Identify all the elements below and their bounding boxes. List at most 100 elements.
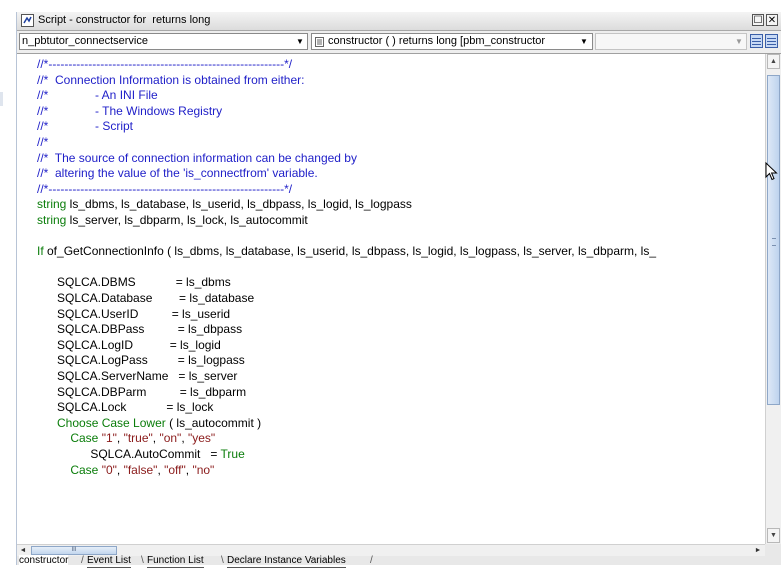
script-window: Script - constructor for returns long ☐ … <box>16 12 781 568</box>
code-token: ls_dbms, ls_database, ls_userid, ls_dbpa… <box>66 197 412 212</box>
event-doc-icon <box>315 37 324 47</box>
code-line[interactable]: SQLCA.UserID = ls_userid <box>37 307 230 322</box>
horizontal-scroll-thumb[interactable]: III <box>31 546 117 555</box>
code-line[interactable]: //*-------------------------------------… <box>37 57 292 72</box>
tab-divider: / <box>370 555 373 566</box>
code-token: //* - The Windows Registry <box>37 103 223 118</box>
code-line[interactable]: SQLCA.LogID = ls_logid <box>37 338 221 353</box>
code-token: ( ls_autocommit ) <box>165 415 262 430</box>
tab-divider: \ <box>141 555 144 566</box>
code-token: SQLCA.LogPass = ls_logpass <box>37 353 245 368</box>
chevron-down-icon: ▼ <box>296 37 304 46</box>
tab-constructor[interactable]: constructor <box>19 555 69 567</box>
code-line[interactable]: SQLCA.DBParm = ls_dbparm <box>37 385 246 400</box>
code-line[interactable]: //* The source of connection information… <box>37 151 357 166</box>
chevron-down-icon: ▼ <box>735 37 743 46</box>
tab-event-list[interactable]: Event List <box>87 555 131 568</box>
chevron-down-icon: ▼ <box>580 37 588 46</box>
code-token: SQLCA.DBMS = ls_dbms <box>37 275 231 290</box>
code-line[interactable]: //* - An INI File <box>37 88 158 103</box>
code-token: //* <box>37 135 49 149</box>
code-token: "true" <box>123 431 153 446</box>
code-token: "no" <box>192 462 215 477</box>
code-token: string <box>37 213 67 227</box>
tab-function-list[interactable]: Function List <box>147 555 204 568</box>
code-line[interactable]: Case "1", "true", "on", "yes" <box>37 431 215 446</box>
object-select[interactable]: n_pbtutor_connectservice ▼ <box>19 33 308 50</box>
code-line[interactable]: SQLCA.ServerName = ls_server <box>37 369 237 384</box>
code-line[interactable]: If of_GetConnectionInfo ( ls_dbms, ls_da… <box>37 244 656 259</box>
code-token: Case <box>70 462 99 477</box>
tab-declare-instance-variables[interactable]: Declare Instance Variables <box>227 555 346 568</box>
code-token: SQLCA.Database = ls_database <box>37 291 255 305</box>
code-token: "0" <box>101 462 117 477</box>
code-token: SQLCA.DBPass = ls_dbpass <box>37 322 243 337</box>
code-token: SQLCA.UserID = ls_userid <box>37 306 231 321</box>
code-token: "yes" <box>188 431 216 446</box>
tab-divider: / <box>81 555 84 566</box>
mouse-pointer-icon <box>765 162 778 181</box>
window-titlebar[interactable]: Script - constructor for returns long ☐ … <box>17 12 781 31</box>
window-title: Script - constructor for returns long <box>38 14 211 26</box>
code-line[interactable]: string ls_dbms, ls_database, ls_userid, … <box>37 197 412 212</box>
ancestor-select[interactable]: ▼ <box>595 33 747 50</box>
script-toolbar: n_pbtutor_connectservice ▼ constructor (… <box>17 31 781 54</box>
code-line[interactable]: SQLCA.DBMS = ls_dbms <box>37 275 231 290</box>
code-token: SQLCA.DBParm = ls_dbparm <box>37 384 247 399</box>
code-line[interactable]: //* - Script <box>37 119 133 134</box>
code-token: "on" <box>159 431 182 446</box>
code-token: , <box>116 462 124 477</box>
code-token: Case <box>70 431 99 446</box>
code-line[interactable]: //* - The Windows Registry <box>37 104 222 119</box>
scroll-up-button[interactable]: ▲ <box>767 54 780 69</box>
editor-tabs: constructor / Event List \ Function List… <box>17 555 781 568</box>
desktop-left-strip <box>0 0 16 565</box>
code-line[interactable]: //* Connection Information is obtained f… <box>37 73 304 88</box>
code-line[interactable]: Choose Case Lower ( ls_autocommit ) <box>37 416 261 431</box>
code-line[interactable]: //* <box>37 135 48 150</box>
script-icon <box>21 14 34 27</box>
tab-divider: \ <box>221 555 224 566</box>
event-select[interactable]: constructor ( ) returns long [pbm_constr… <box>311 33 593 50</box>
code-editor[interactable]: //*-------------------------------------… <box>17 54 765 544</box>
code-token: SQLCA.ServerName = ls_server <box>37 369 238 383</box>
code-line[interactable]: string ls_server, ls_dbparm, ls_lock, ls… <box>37 213 308 228</box>
left-strip-marker <box>0 92 3 106</box>
code-token: //* - An INI File <box>37 88 158 103</box>
code-line[interactable]: Case "0", "false", "off", "no" <box>37 463 214 478</box>
layout-list-icon[interactable] <box>765 34 778 48</box>
code-token: //* The source of connection information… <box>37 150 357 165</box>
code-line[interactable]: //*-------------------------------------… <box>37 182 292 197</box>
code-line[interactable]: SQLCA.Database = ls_database <box>37 291 254 306</box>
scroll-grip-icon <box>772 238 776 246</box>
code-token: "1" <box>101 431 117 446</box>
code-line[interactable]: //* altering the value of the 'is_connec… <box>37 166 318 181</box>
vertical-scrollbar[interactable]: ▲ ▼ <box>765 54 781 544</box>
code-line[interactable]: SQLCA.Lock = ls_lock <box>37 400 213 415</box>
code-line[interactable]: SQLCA.LogPass = ls_logpass <box>37 353 245 368</box>
code-token: //*-------------------------------------… <box>37 181 293 196</box>
code-token: of_GetConnectionInfo ( ls_dbms, ls_datab… <box>43 244 656 259</box>
vertical-scroll-thumb[interactable] <box>767 75 780 405</box>
code-token: "off" <box>164 462 186 477</box>
code-token: "false" <box>123 462 158 477</box>
code-token: //*-------------------------------------… <box>37 57 293 71</box>
code-token: string <box>37 197 67 212</box>
code-line[interactable]: SQLCA.DBPass = ls_dbpass <box>37 322 242 337</box>
close-button[interactable]: ✕ <box>766 14 778 26</box>
scroll-right-button[interactable]: ► <box>752 545 764 556</box>
layout-grid-icon[interactable] <box>750 34 763 48</box>
scroll-down-button[interactable]: ▼ <box>767 528 780 543</box>
code-token: //* Connection Information is obtained f… <box>37 72 305 87</box>
code-token: , <box>116 431 124 446</box>
code-token: SQLCA.AutoCommit = <box>37 447 221 461</box>
event-select-value: constructor ( ) returns long [pbm_constr… <box>328 35 546 47</box>
code-token: ls_server, ls_dbparm, ls_lock, ls_autoco… <box>66 213 308 227</box>
code-token: SQLCA.Lock = ls_lock <box>37 400 214 415</box>
minimize-button[interactable]: ☐ <box>752 14 764 26</box>
code-line[interactable]: SQLCA.AutoCommit = True <box>37 447 244 462</box>
code-token: , <box>181 431 188 446</box>
